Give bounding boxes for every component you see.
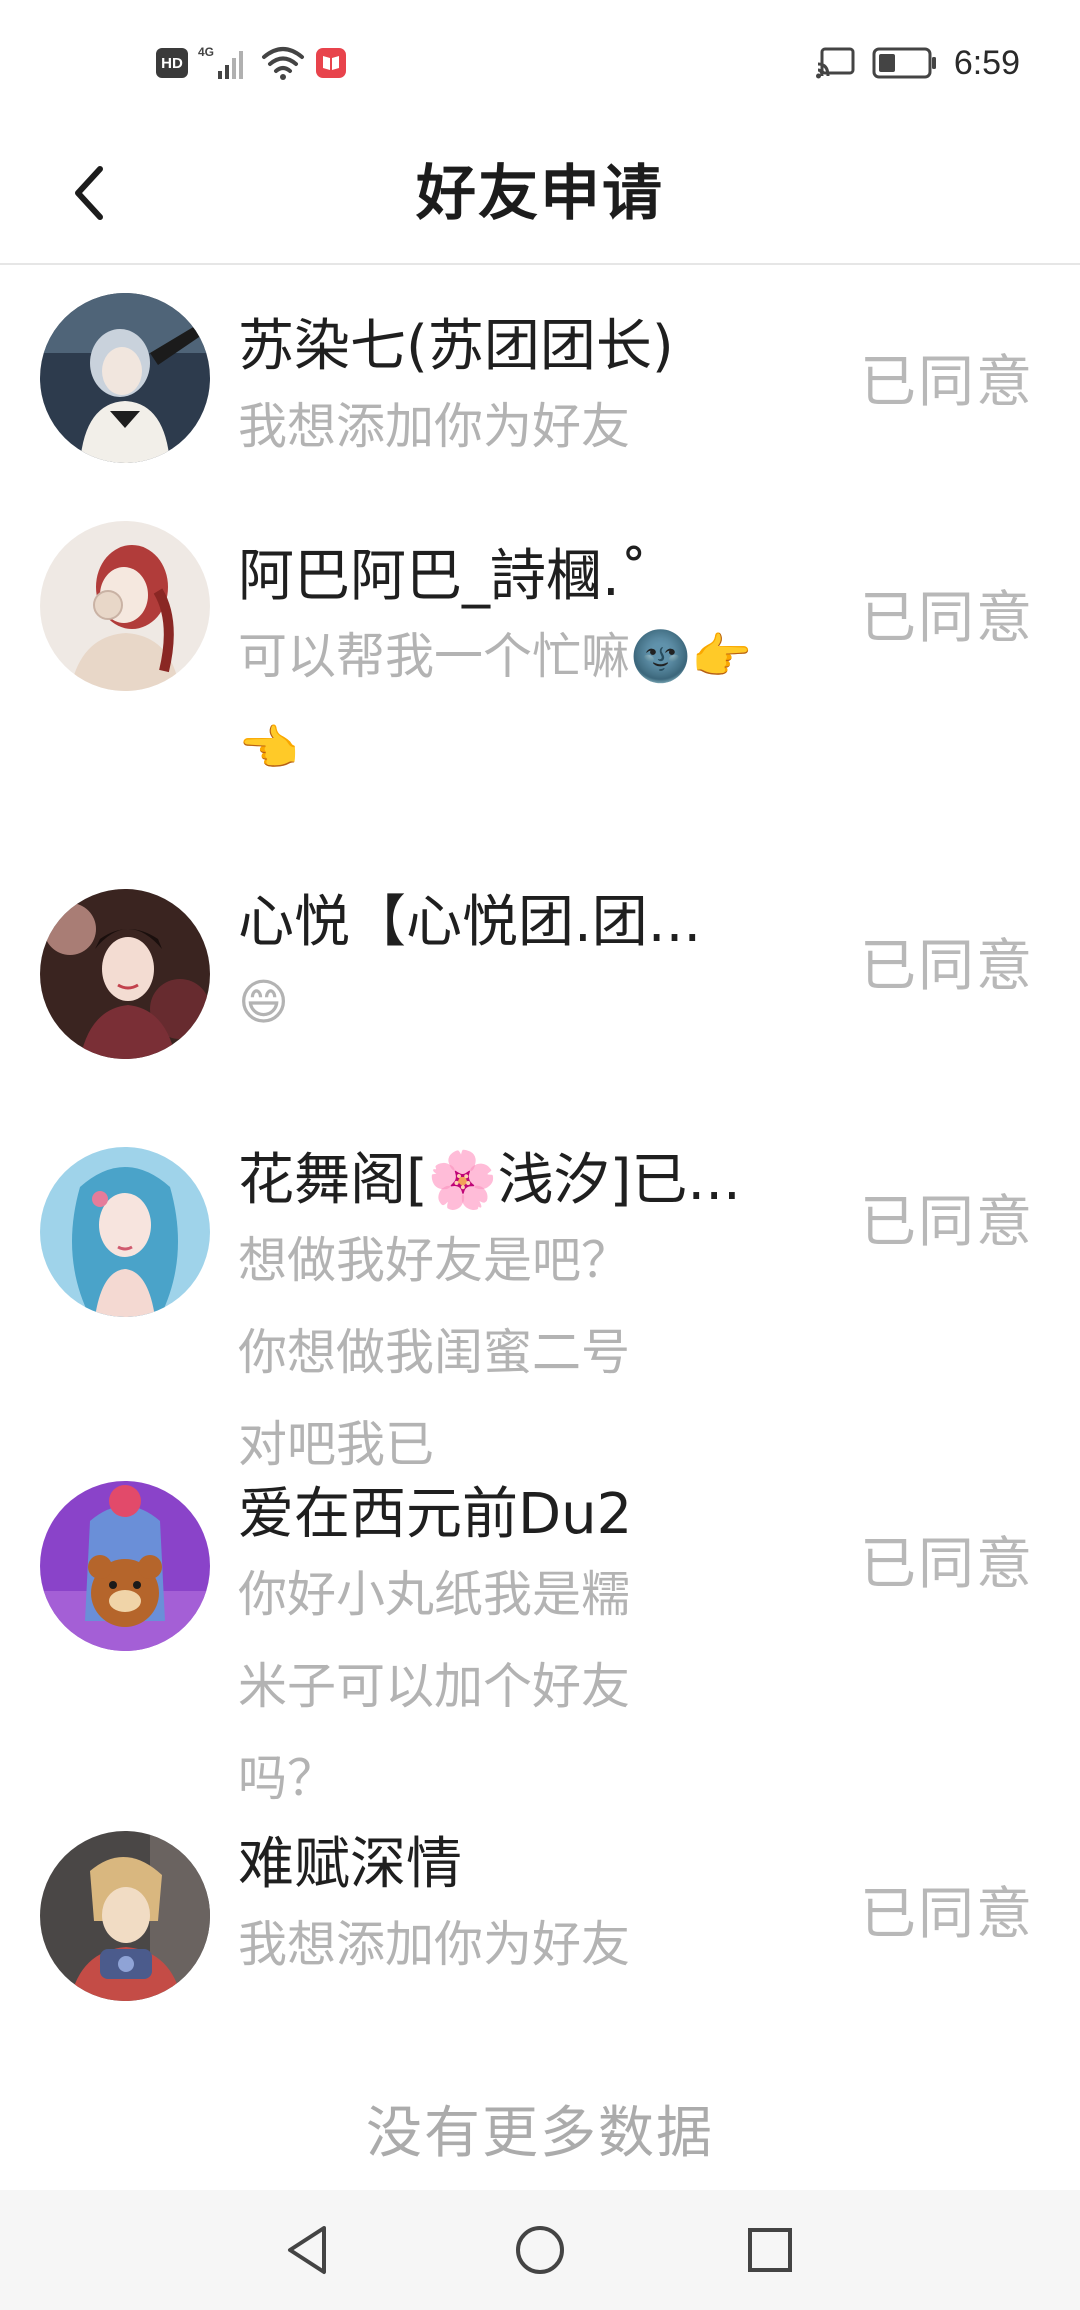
hd-icon: HD — [156, 48, 188, 78]
status-clock: 6:59 — [953, 43, 1020, 82]
request-text: 难赋深情 我想添加你为好友 — [238, 1795, 838, 1991]
nav-recent-button[interactable] — [734, 2214, 806, 2286]
avatar[interactable] — [40, 1831, 210, 2001]
status-accepted: 已同意 — [860, 1190, 1034, 1255]
friend-request-item[interactable]: 爱在西元前Du2 你好小丸纸我是糯米子可以加个好友吗？ 已同意 — [0, 1445, 1080, 1807]
requester-name: 爱在西元前Du2 — [238, 1482, 633, 1547]
request-message: 😄 — [238, 974, 290, 1031]
avatar[interactable] — [40, 293, 210, 463]
friend-request-item[interactable]: 花舞阁[🌸浅汐]已... 想做我好友是吧？你想做我闺蜜二号对吧我已 已同意 — [0, 1105, 1080, 1473]
requester-name: 苏染七(苏团团长) — [238, 314, 674, 379]
signal-4g-icon: 4G — [198, 45, 243, 79]
hd-label: HD — [161, 54, 183, 72]
battery-icon — [872, 47, 936, 79]
avatar[interactable] — [40, 1147, 210, 1317]
status-accepted: 已同意 — [860, 350, 1034, 415]
requester-name: 阿巴阿巴_詩槶.˚ — [238, 544, 648, 609]
friend-request-item[interactable]: 阿巴阿巴_詩槶.˚ 可以帮我一个忙嘛🌚👉👈 已同意 — [0, 515, 1080, 845]
request-message: 可以帮我一个忙嘛🌚👉👈 — [238, 628, 753, 777]
no-more-data-text: 没有更多数据 — [366, 2101, 714, 2166]
square-recent-icon — [748, 2228, 792, 2272]
nav-home-button[interactable] — [504, 2214, 576, 2286]
avatar[interactable] — [40, 521, 210, 691]
app-notification-icon — [316, 48, 346, 78]
requester-name: 难赋深情 — [238, 1832, 462, 1897]
nav-back-button[interactable] — [272, 2214, 344, 2286]
status-right-icons: 6:59 — [815, 38, 1020, 88]
requester-name: 花舞阁[🌸浅汐]已... — [238, 1148, 741, 1213]
circle-home-icon — [516, 2226, 564, 2274]
friend-request-item[interactable]: 心悦【心悦团.团... 😄 已同意 — [0, 845, 1080, 1105]
request-message: 我想添加你为好友 — [238, 398, 631, 455]
request-text: 花舞阁[🌸浅汐]已... 想做我好友是吧？你想做我闺蜜二号对吧我已 — [238, 1105, 838, 1491]
request-text: 阿巴阿巴_詩槶.˚ 可以帮我一个忙嘛🌚👉👈 — [238, 515, 838, 795]
request-message: 你好小丸纸我是糯米子可以加个好友吗？ — [238, 1566, 631, 1807]
system-nav-bar — [0, 2190, 1080, 2310]
friend-request-item[interactable]: 难赋深情 我想添加你为好友 已同意 — [0, 1795, 1080, 2085]
status-accepted: 已同意 — [860, 1532, 1034, 1597]
status-accepted: 已同意 — [860, 1882, 1034, 1947]
requester-name: 心悦【心悦团.团... — [238, 890, 702, 955]
triangle-back-icon — [288, 2226, 326, 2274]
network-label: 4G — [198, 45, 214, 59]
request-message: 我想添加你为好友 — [238, 1916, 631, 1973]
status-left-icons: HD 4G — [156, 38, 346, 88]
request-text: 心悦【心悦团.团... 😄 — [238, 845, 838, 1049]
wifi-icon — [262, 47, 304, 80]
header: 好友申请 — [0, 125, 1080, 265]
page-title: 好友申请 — [416, 159, 664, 229]
status-bar: HD 4G 6:59 — [0, 0, 1080, 125]
request-text: 爱在西元前Du2 你好小丸纸我是糯米子可以加个好友吗？ — [238, 1445, 838, 1825]
status-accepted: 已同意 — [860, 934, 1034, 999]
friend-request-item[interactable]: 苏染七(苏团团长) 我想添加你为好友 已同意 — [0, 265, 1080, 515]
request-text: 苏染七(苏团团长) 我想添加你为好友 — [238, 265, 838, 473]
screen-cast-icon — [815, 47, 855, 79]
avatar[interactable] — [40, 889, 210, 1059]
status-accepted: 已同意 — [860, 586, 1034, 651]
avatar[interactable] — [40, 1481, 210, 1651]
